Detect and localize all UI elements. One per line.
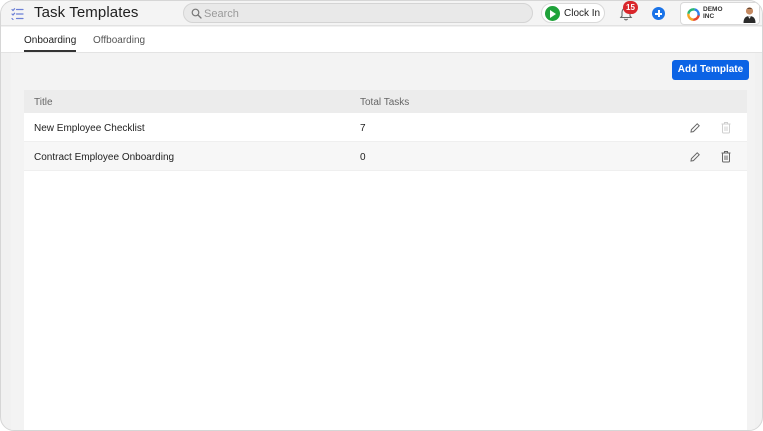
play-icon — [545, 6, 560, 21]
top-bar: Task Templates Clock In 15 — [1, 1, 762, 26]
column-header-title[interactable]: Title — [34, 97, 53, 108]
main-content: Add Template Title Total Tasks New Emplo… — [11, 53, 755, 430]
template-total-tasks: 7 — [360, 123, 366, 134]
clock-in-label: Clock In — [564, 8, 601, 19]
search-input[interactable] — [204, 6, 524, 21]
page-title: Task Templates — [34, 4, 139, 21]
trash-icon[interactable] — [720, 150, 732, 163]
table-row[interactable]: New Employee Checklist 7 — [24, 113, 747, 142]
app-window: Task Templates Clock In 15 — [0, 0, 763, 431]
task-list-icon[interactable] — [11, 7, 24, 20]
column-header-total-tasks[interactable]: Total Tasks — [360, 97, 409, 108]
trash-icon[interactable] — [720, 121, 732, 134]
template-total-tasks: 0 — [360, 152, 366, 163]
template-title[interactable]: Contract Employee Onboarding — [34, 152, 174, 163]
tab-bar: Onboarding Offboarding — [1, 27, 762, 53]
search-icon — [191, 8, 202, 19]
search-box[interactable] — [183, 3, 533, 23]
add-template-button[interactable]: Add Template — [672, 60, 749, 80]
tab-onboarding[interactable]: Onboarding — [24, 35, 77, 52]
company-logo — [687, 8, 700, 21]
template-title[interactable]: New Employee Checklist — [34, 123, 145, 134]
plus-circle-icon[interactable] — [652, 7, 665, 20]
table-row[interactable]: Contract Employee Onboarding 0 — [24, 142, 747, 171]
clock-in-button[interactable]: Clock In — [541, 3, 605, 23]
notification-badge: 15 — [623, 1, 638, 14]
table-header: Title Total Tasks — [24, 90, 747, 113]
tab-offboarding[interactable]: Offboarding — [93, 35, 145, 46]
company-name: DEMO INC — [703, 6, 723, 20]
templates-table: Title Total Tasks New Employee Checklist… — [24, 90, 747, 430]
pencil-icon[interactable] — [689, 122, 701, 134]
company-switcher[interactable]: DEMO INC — [680, 2, 760, 25]
pencil-icon[interactable] — [689, 151, 701, 163]
avatar[interactable] — [741, 5, 758, 23]
